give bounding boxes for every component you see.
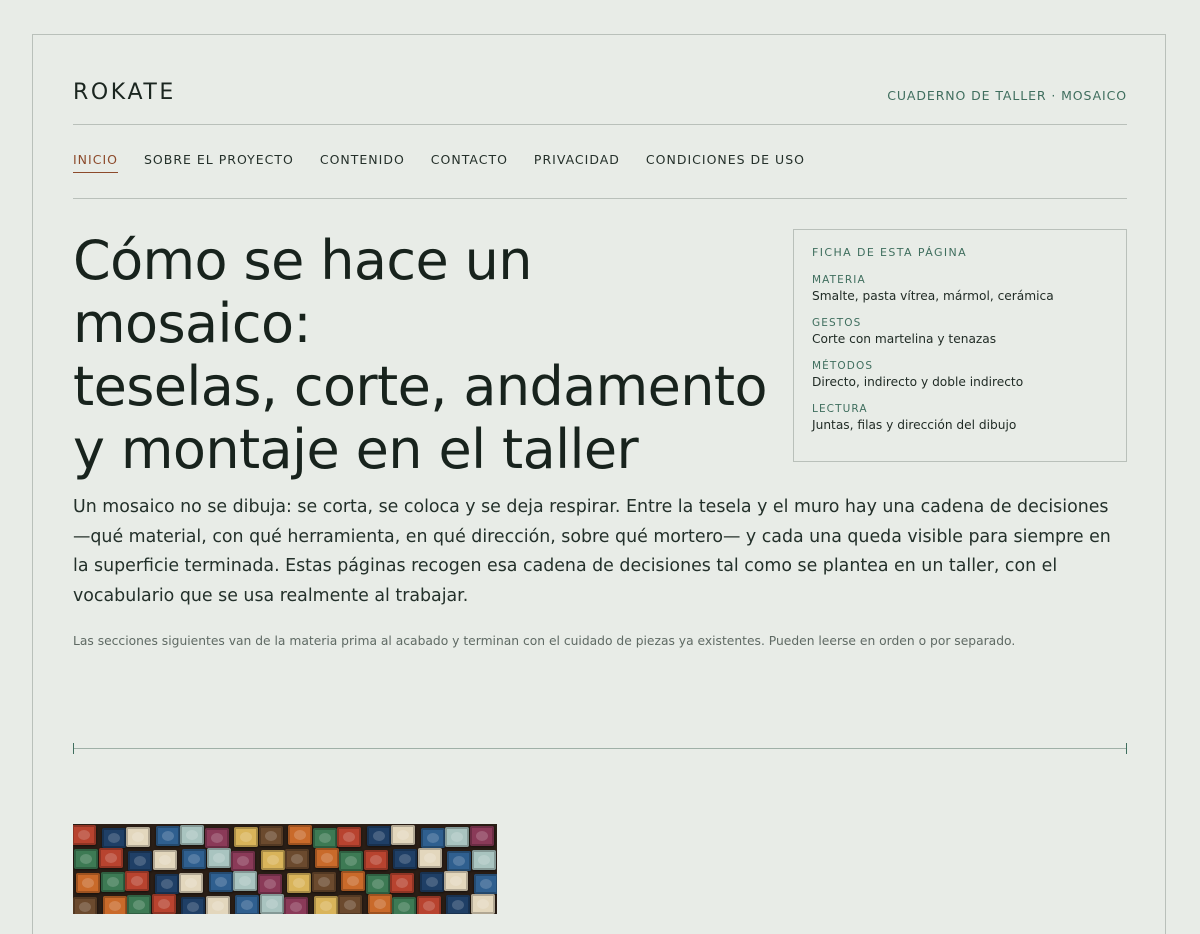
- mosaic-tile: [470, 894, 495, 914]
- mosaic-tile: [155, 826, 180, 846]
- mosaic-tile: [419, 872, 444, 892]
- page-frame: ROKATE CUADERNO DE TALLER · MOSAICO INIC…: [32, 34, 1166, 934]
- info-card-row-materia: MATERIA Smalte, pasta vítrea, mármol, ce…: [812, 273, 1108, 305]
- mosaic-tile: [363, 850, 388, 870]
- mosaic-tile: [73, 825, 96, 845]
- mosaic-tile: [182, 849, 206, 869]
- info-card-row-lectura: LECTURA Juntas, filas y dirección del di…: [812, 402, 1108, 434]
- info-card-row-gestos: GESTOS Corte con martelina y tenazas: [812, 316, 1108, 348]
- page-title-line: y montaje en el taller: [73, 418, 639, 481]
- mosaic-tile: [235, 895, 259, 914]
- mosaic-tile: [339, 851, 363, 871]
- mosaic-tile: [259, 894, 284, 914]
- mosaic-tile: [154, 874, 179, 894]
- header-divider: [73, 124, 1127, 125]
- info-card-value: Juntas, filas y dirección del dibujo: [812, 418, 1017, 432]
- mosaic-tile: [390, 873, 414, 893]
- mosaic-tile: [393, 849, 417, 869]
- nav-item-inicio[interactable]: INICIO: [73, 151, 118, 173]
- mosaic-tile: [314, 848, 339, 868]
- page-info-card: FICHA DE ESTA PÁGINA MATERIA Smalte, pas…: [793, 229, 1127, 462]
- info-card-value: Corte con martelina y tenazas: [812, 332, 997, 346]
- mosaic-tile: [258, 826, 283, 846]
- info-card-label: MÉTODOS: [812, 360, 874, 372]
- mosaic-tile: [206, 848, 231, 868]
- mosaic-tile: [365, 874, 390, 894]
- mosaic-tile: [417, 848, 442, 868]
- mosaic-tile: [74, 849, 98, 869]
- section-divider-tick: [1126, 743, 1127, 754]
- mosaic-tile: [447, 851, 471, 871]
- mosaic-tile: [126, 827, 150, 847]
- mosaic-tile: [100, 872, 125, 892]
- mosaic-tile: [312, 828, 337, 848]
- nav-divider: [73, 198, 1127, 199]
- mosaic-tile: [98, 848, 123, 868]
- mosaic-tile: [151, 894, 176, 914]
- info-card-value: Smalte, pasta vítrea, mármol, cerámica: [812, 289, 1054, 303]
- info-card-label: GESTOS: [812, 317, 862, 329]
- mosaic-tile: [311, 872, 336, 892]
- mosaic-tile: [445, 827, 469, 847]
- mosaic-tile: [366, 826, 391, 846]
- mosaic-tile: [288, 825, 312, 845]
- mosaic-tile: [101, 828, 126, 848]
- mosaic-tile: [473, 874, 497, 894]
- mosaic-tile: [127, 895, 151, 914]
- site-tagline: CUADERNO DE TALLER · MOSAICO: [887, 88, 1127, 103]
- mosaic-tile: [208, 872, 233, 892]
- section-divider: [73, 743, 1127, 755]
- mosaic-tile: [102, 896, 127, 914]
- mosaic-tile: [337, 827, 361, 847]
- nav-item-contenido[interactable]: CONTENIDO: [320, 151, 405, 173]
- info-card-value: Directo, indirecto y doble indirecto: [812, 375, 1024, 389]
- mosaic-tile: [233, 871, 257, 891]
- masthead: ROKATE CUADERNO DE TALLER · MOSAICO: [73, 79, 1127, 109]
- mosaic-tile: [205, 896, 230, 914]
- nav-item-condiciones-de-uso[interactable]: CONDICIONES DE USO: [646, 151, 805, 173]
- mosaic-tile: [420, 828, 445, 848]
- nav-item-sobre-el-proyecto[interactable]: SOBRE EL PROYECTO: [144, 151, 294, 173]
- nav-item-privacidad[interactable]: PRIVACIDAD: [534, 151, 620, 173]
- mosaic-tile: [341, 871, 365, 891]
- mosaic-tile: [231, 851, 255, 871]
- mosaic-tiles-photo: [73, 824, 497, 914]
- mosaic-tile: [234, 827, 258, 847]
- mosaic-tile: [416, 896, 441, 914]
- page-content: ROKATE CUADERNO DE TALLER · MOSAICO INIC…: [73, 35, 1127, 934]
- mosaic-tile: [313, 896, 338, 914]
- page-title: Cómo se hace un mosaico: teselas, corte,…: [73, 229, 773, 481]
- section-divider-tick: [73, 743, 74, 754]
- info-card-row-metodos: MÉTODOS Directo, indirecto y doble indir…: [812, 359, 1108, 391]
- nav-item-contacto[interactable]: CONTACTO: [431, 151, 508, 173]
- page-title-line: teselas, corte, andamento: [73, 355, 768, 418]
- main-nav: INICIO SOBRE EL PROYECTO CONTENIDO CONTA…: [73, 151, 831, 173]
- mosaic-tile: [287, 873, 311, 893]
- info-card-label: LECTURA: [812, 403, 868, 415]
- mosaic-tile: [204, 828, 229, 848]
- mosaic-tile: [125, 871, 149, 891]
- mosaic-tile: [257, 874, 282, 894]
- mosaic-tile: [76, 873, 100, 893]
- mosaic-tile: [260, 850, 285, 870]
- info-card-label: MATERIA: [812, 274, 866, 286]
- mosaic-tile: [338, 895, 362, 914]
- info-card-title: FICHA DE ESTA PÁGINA: [812, 246, 968, 259]
- mosaic-tile: [179, 873, 203, 893]
- mosaic-tile: [152, 850, 177, 870]
- section-divider-line: [73, 748, 1127, 749]
- site-brand[interactable]: ROKATE: [73, 79, 176, 107]
- mosaic-tile: [128, 851, 152, 871]
- mosaic-tile: [446, 895, 470, 914]
- page-title-line: Cómo se hace un mosaico:: [73, 229, 533, 355]
- mosaic-tile: [469, 826, 494, 846]
- mosaic-tile: [367, 894, 392, 914]
- mosaic-tile: [391, 825, 415, 845]
- mosaic-tile: [471, 850, 496, 870]
- mosaic-tile: [285, 849, 309, 869]
- mosaic-tile: [180, 825, 204, 845]
- mosaic-tile: [444, 871, 468, 891]
- intro-note: Las secciones siguientes van de la mater…: [73, 634, 1016, 648]
- intro-lead-paragraph: Un mosaico no se dibuja: se corta, se co…: [73, 497, 1111, 607]
